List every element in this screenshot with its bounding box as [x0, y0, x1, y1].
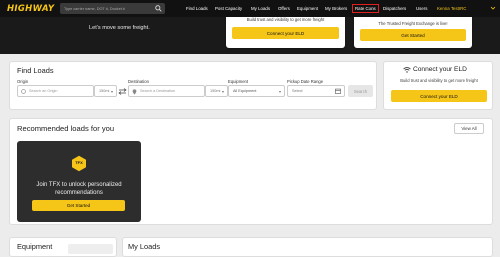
nav-users[interactable]: Users: [416, 6, 427, 11]
destination-input[interactable]: Search a Destination: [128, 85, 205, 97]
hero-tfx-card: The Trusted Freight Exchange is live! Ge…: [354, 17, 472, 48]
nav-equipment[interactable]: Equipment: [297, 6, 318, 11]
connect-eld-panel: Connect your ELD Build trust and visibil…: [383, 61, 493, 110]
origin-radius-value: 150mi: [99, 89, 110, 93]
connect-eld-button[interactable]: Connect your ELD: [391, 90, 487, 102]
chevron-down-icon: ▾: [221, 88, 224, 94]
user-menu-chevron-icon[interactable]: [490, 5, 496, 11]
eld-title: Connect your ELD: [413, 66, 467, 73]
hero-tfx-text: The Trusted Freight Exchange is live!: [378, 21, 448, 26]
user-menu[interactable]: Kenna TestIRC: [437, 6, 466, 11]
tfx-promo-text: Join TFX to unlock personalized recommen…: [36, 182, 122, 196]
destination-radius-select[interactable]: 150mi ▾: [205, 85, 228, 97]
hero-eld-card: Build trust and visibility to get more f…: [226, 17, 345, 48]
search-icon[interactable]: [155, 5, 162, 12]
equipment-label: Equipment: [228, 79, 249, 84]
origin-radius-select[interactable]: 150mi ▾: [94, 85, 117, 97]
equipment-value: All Equipment: [233, 89, 257, 93]
find-loads-title: Find Loads: [17, 66, 54, 75]
calendar-icon[interactable]: [335, 88, 341, 94]
highway-logo[interactable]: HIGHWAY: [7, 4, 54, 14]
hero-eld-text: Build trust and visibility to get more f…: [246, 17, 325, 22]
tfx-promo-card: TFX Join TFX to unlock personalized reco…: [17, 141, 141, 222]
hero-tagline: Let's move some freight.: [89, 25, 150, 31]
recommended-loads-panel: Recommended loads for you View All TFX J…: [9, 118, 493, 225]
hero-get-started-button[interactable]: Get Started: [360, 29, 466, 41]
nav-find-loads[interactable]: Find Loads: [186, 6, 208, 11]
carrier-search-input[interactable]: Type carrier name, DOT #, Docket #: [60, 3, 165, 14]
recommended-title: Recommended loads for you: [17, 124, 115, 133]
equipment-action-button[interactable]: [68, 244, 113, 254]
nav-offers[interactable]: Offers: [278, 6, 290, 11]
my-loads-title: My Loads: [128, 242, 161, 251]
pickup-date-placeholder: Select: [292, 89, 303, 93]
pickup-date-input[interactable]: Select: [287, 85, 345, 97]
nav-my-brokers[interactable]: My Brokers: [325, 6, 347, 11]
origin-input[interactable]: Search an Origin: [17, 85, 94, 97]
my-loads-panel: My Loads: [122, 237, 493, 257]
tfx-badge-label: TFX: [75, 160, 83, 165]
destination-label: Destination: [128, 79, 149, 84]
destination-radius-value: 150mi: [210, 89, 221, 93]
view-all-button[interactable]: View All: [454, 123, 484, 134]
swap-arrows-icon[interactable]: [118, 88, 127, 95]
origin-label: Origin: [17, 79, 29, 84]
chevron-down-icon: ▾: [278, 88, 281, 94]
pickup-date-label: Pickup Date Range: [287, 79, 324, 84]
nav-dispatchers[interactable]: Dispatchers: [383, 6, 406, 11]
nav-rate-cons[interactable]: Rate Cons: [352, 4, 379, 13]
search-loads-button[interactable]: Search: [348, 85, 373, 97]
eld-text: Build trust and visibility to get more f…: [400, 78, 478, 83]
top-navbar: HIGHWAY Type carrier name, DOT #, Docket…: [0, 0, 500, 17]
destination-placeholder: Search a Destination: [140, 89, 176, 93]
nav-my-loads[interactable]: My Loads: [251, 6, 270, 11]
equipment-select[interactable]: All Equipment ▾: [228, 85, 285, 97]
origin-circle-icon: [21, 89, 26, 94]
hero-connect-eld-button[interactable]: Connect your ELD: [232, 27, 339, 39]
tfx-get-started-button[interactable]: Get Started: [32, 200, 125, 211]
equipment-title: Equipment: [17, 242, 53, 251]
search-placeholder: Type carrier name, DOT #, Docket #: [64, 6, 125, 11]
find-loads-panel: Find Loads Origin Search an Origin 150mi…: [9, 61, 377, 110]
wifi-signal-icon: [403, 67, 411, 73]
origin-placeholder: Search an Origin: [29, 89, 58, 93]
chevron-down-icon: ▾: [110, 88, 113, 94]
equipment-panel: Equipment: [9, 237, 117, 257]
nav-post-capacity[interactable]: Post Capacity: [215, 6, 242, 11]
location-pin-icon: [132, 88, 137, 95]
